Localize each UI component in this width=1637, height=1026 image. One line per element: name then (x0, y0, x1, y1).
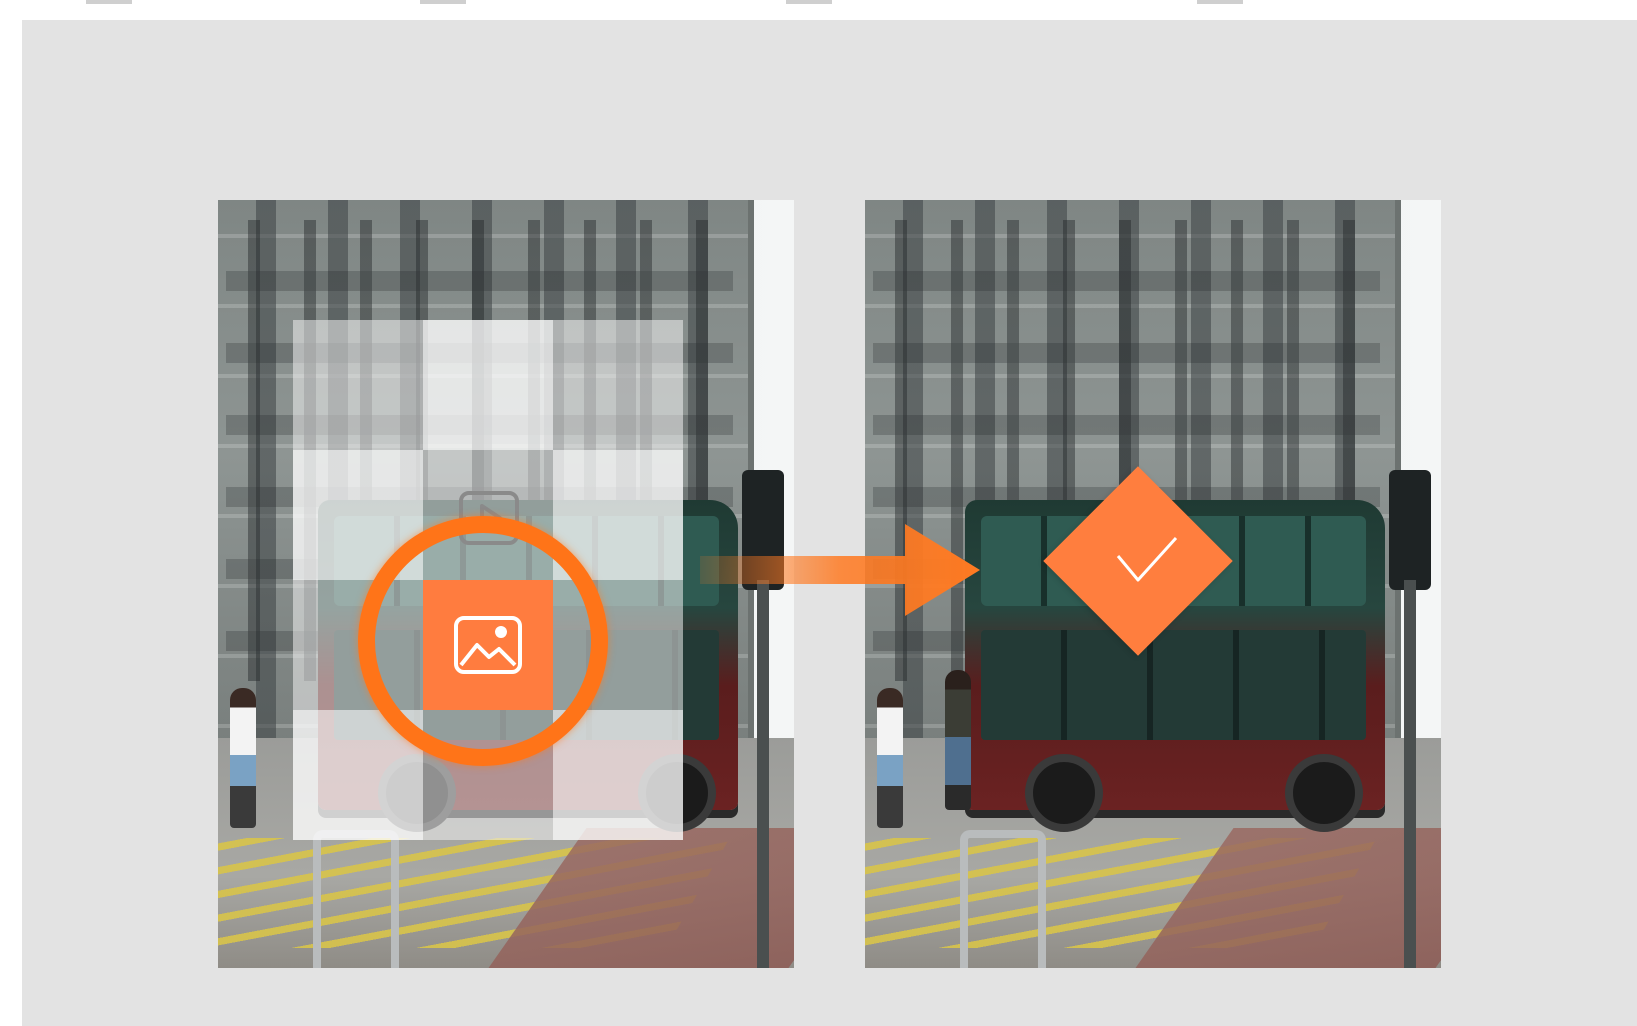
grid-cell (293, 320, 423, 450)
bus-lower-windows (981, 630, 1366, 740)
top-tick (1197, 0, 1243, 4)
top-tick (420, 0, 466, 4)
arrow-right-icon (700, 524, 980, 616)
street-railing (313, 830, 399, 968)
traffic-pole (757, 580, 769, 968)
pedestrian (945, 670, 971, 810)
highlight-ring (358, 516, 608, 766)
grid-cell (553, 710, 683, 840)
traffic-light (1389, 470, 1431, 590)
street-railing (960, 830, 1046, 968)
grid-cell (553, 320, 683, 450)
traffic-pole (1404, 580, 1416, 968)
check-icon (1116, 536, 1178, 582)
pedestrian (877, 688, 903, 828)
bus-wheel (1285, 754, 1363, 832)
page (0, 0, 1637, 1026)
top-tick (86, 0, 132, 4)
top-tick (786, 0, 832, 4)
pedestrian (230, 688, 256, 828)
grid-cell (423, 320, 553, 450)
bus-wheel (1025, 754, 1103, 832)
